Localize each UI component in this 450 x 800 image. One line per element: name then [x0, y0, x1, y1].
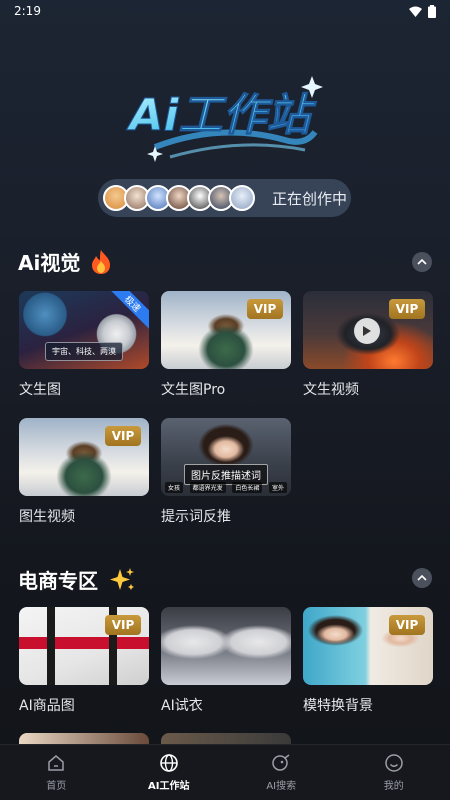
avatar-group: [103, 185, 255, 211]
thumb-caption: 宇宙、科技、两漠: [45, 342, 123, 361]
card-model-background-swap[interactable]: VIP 模特换背景: [303, 607, 433, 715]
vip-badge: VIP: [389, 615, 425, 635]
status-bar: 2:19: [0, 0, 450, 22]
reverse-chips: 女孩 都语界光发 白色长裙 室外: [165, 482, 287, 493]
speed-badge: 极速: [109, 291, 149, 331]
tab-label: AI搜索: [266, 781, 297, 792]
card-ai-try-on[interactable]: AI试衣: [161, 607, 291, 715]
card-ai-product-image[interactable]: VIP AI商品图: [19, 607, 149, 715]
globe-icon: [159, 754, 178, 772]
thumb-text-to-image-pro: VIP: [161, 291, 291, 369]
search-icon: [272, 754, 290, 771]
collapse-ecommerce-button[interactable]: [412, 568, 432, 588]
card-text-to-video[interactable]: VIP 文生视频: [303, 291, 433, 399]
chip: 女孩: [165, 482, 184, 493]
vip-badge: VIP: [105, 615, 141, 635]
chip: 都语界光发: [189, 482, 226, 493]
thumb-text-to-image: 极速 宇宙、科技、两漠: [19, 291, 149, 369]
chip: 白色长裙: [232, 482, 263, 493]
bottom-tab-bar: 首页 AI工作站 AI搜索 我的: [0, 744, 450, 800]
tab-label: 首页: [46, 781, 67, 792]
card-label: 模特换背景: [303, 698, 373, 714]
fire-icon: [92, 249, 111, 274]
card-label: AI试衣: [161, 698, 203, 714]
thumb-prompt-reverse: 图片反推描述词 女孩 都语界光发 白色长裙 室外: [161, 418, 291, 496]
tab-ai-search[interactable]: AI搜索: [225, 745, 338, 800]
card-prompt-reverse[interactable]: 图片反推描述词 女孩 都语界光发 白色长裙 室外 提示词反推: [161, 418, 291, 526]
tab-label: AI工作站: [148, 781, 190, 792]
sparkles-icon: [110, 567, 134, 590]
home-icon: [48, 755, 64, 771]
card-text-to-image-pro[interactable]: VIP 文生图Pro: [161, 291, 291, 399]
vip-badge: VIP: [247, 299, 283, 319]
wifi-icon: [409, 6, 422, 17]
card-label: 图生视频: [19, 509, 75, 525]
thumb-ai-try-on: [161, 607, 291, 685]
play-icon: [363, 326, 371, 336]
card-text-to-image[interactable]: 极速 宇宙、科技、两漠 文生图: [19, 291, 149, 399]
vip-badge: VIP: [105, 426, 141, 446]
svg-text:Ai工作站: Ai工作站: [126, 90, 317, 141]
card-label: AI商品图: [19, 698, 75, 714]
creators-banner[interactable]: 正在创作中: [98, 179, 351, 217]
card-label: 文生图: [19, 382, 61, 398]
chevron-up-icon: [417, 575, 427, 581]
app-logo: Ai工作站: [120, 62, 330, 172]
battery-icon: [428, 4, 436, 18]
section-title-ecommerce: 电商专区: [18, 565, 136, 594]
avatar: [229, 185, 255, 211]
chip: 室外: [268, 482, 287, 493]
card-label: 提示词反推: [161, 509, 231, 525]
card-label: 文生图Pro: [161, 382, 226, 398]
collapse-visual-button[interactable]: [412, 252, 432, 272]
thumb-image-to-video: VIP: [19, 418, 149, 496]
play-button[interactable]: [354, 318, 380, 344]
section-title-visual: Ai视觉: [18, 247, 112, 276]
card-image-to-video[interactable]: VIP 图生视频: [19, 418, 149, 526]
creators-text: 正在创作中: [272, 189, 348, 208]
tab-mine[interactable]: 我的: [338, 745, 450, 800]
tab-home[interactable]: 首页: [0, 745, 113, 800]
smile-icon: [385, 754, 403, 772]
thumb-ai-product-image: VIP: [19, 607, 149, 685]
card-label: 文生视频: [303, 382, 359, 398]
thumb-model-background-swap: VIP: [303, 607, 433, 685]
vip-badge: VIP: [389, 299, 425, 319]
tab-ai-workstation[interactable]: AI工作站: [113, 745, 226, 800]
chevron-up-icon: [417, 259, 427, 265]
status-time: 2:19: [14, 4, 41, 18]
thumb-text-to-video: VIP: [303, 291, 433, 369]
status-icons: [409, 4, 436, 18]
tab-label: 我的: [383, 781, 404, 792]
